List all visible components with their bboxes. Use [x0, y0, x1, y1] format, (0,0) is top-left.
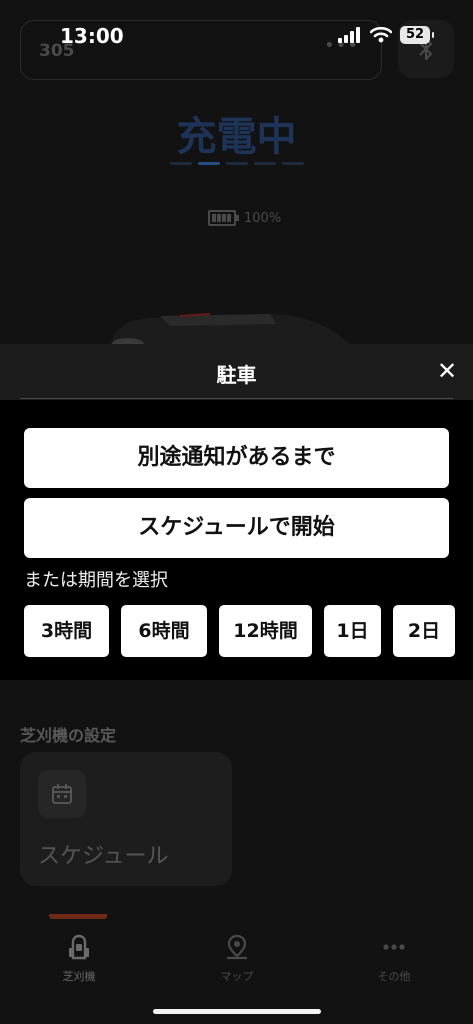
progress-dot — [170, 162, 192, 165]
battery-percent: 100% — [244, 210, 282, 226]
sheet-title: 駐車 — [216, 363, 257, 387]
tab-mower-label: 芝刈機 — [62, 970, 96, 983]
cellular-signal-icon — [338, 27, 360, 43]
park-until-further-notice-button[interactable]: 別途通知があるまで — [24, 428, 449, 488]
duration-1d-button[interactable]: 1日 — [324, 605, 381, 657]
more-dots-icon — [383, 944, 405, 950]
mower-status-title: 充電中 — [176, 114, 297, 160]
tab-more-label: その他 — [377, 970, 411, 983]
status-progress-indicator — [170, 162, 304, 166]
map-pin-icon — [227, 934, 247, 960]
duration-3h-button[interactable]: 3時間 — [24, 605, 109, 657]
close-icon[interactable]: ✕ — [432, 356, 462, 386]
progress-dot — [198, 162, 220, 165]
progress-dot — [226, 162, 248, 165]
mower-battery: 100% — [208, 210, 281, 226]
duration-2d-button[interactable]: 2日 — [393, 605, 455, 657]
active-tab-indicator — [49, 914, 107, 919]
duration-options: 3時間 6時間 12時間 1日 2日 — [24, 605, 455, 657]
parking-sheet-header: 駐車 ✕ — [0, 344, 473, 400]
schedule-card-label: スケジュール — [38, 844, 169, 869]
progress-dot — [254, 162, 276, 165]
progress-dot — [282, 162, 304, 165]
battery-icon — [208, 210, 239, 226]
wifi-icon — [370, 27, 392, 43]
parking-sheet-body: 別途通知があるまで スケジュールで開始 または期間を選択 3時間 6時間 12時… — [0, 400, 473, 680]
tab-map[interactable]: マップ — [177, 930, 297, 984]
tab-mower[interactable]: 芝刈機 — [19, 930, 139, 984]
sheet-divider — [20, 398, 453, 399]
schedule-card[interactable]: スケジュール — [20, 752, 232, 886]
mower-icon — [69, 934, 89, 960]
tab-map-label: マップ — [220, 970, 254, 983]
home-indicator[interactable] — [153, 1009, 321, 1014]
status-battery-icon: 52 — [400, 26, 434, 44]
status-bar-time: 13:00 — [60, 24, 124, 48]
choose-period-label: または期間を選択 — [24, 570, 168, 591]
duration-12h-button[interactable]: 12時間 — [219, 605, 312, 657]
settings-section-title: 芝刈機の設定 — [20, 726, 117, 745]
park-start-with-schedule-button[interactable]: スケジュールで開始 — [24, 498, 449, 558]
schedule-icon-box — [38, 770, 86, 818]
calendar-icon — [52, 784, 72, 804]
status-bar-icons: 52 — [338, 26, 434, 44]
duration-6h-button[interactable]: 6時間 — [121, 605, 207, 657]
tab-more[interactable]: その他 — [334, 930, 454, 984]
